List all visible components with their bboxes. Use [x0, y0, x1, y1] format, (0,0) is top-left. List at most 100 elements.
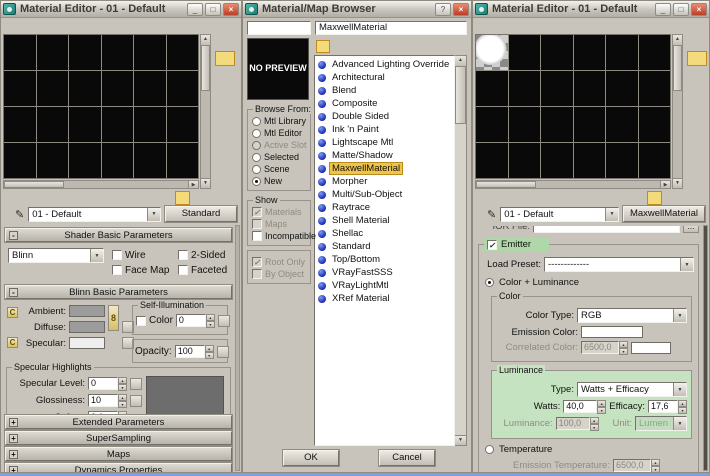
- sample-slot[interactable]: [166, 35, 198, 70]
- sample-slot[interactable]: [69, 71, 101, 106]
- dropdown-arrow-icon[interactable]: ▼: [90, 249, 103, 262]
- ambient-diffuse-lock-icon[interactable]: 8: [108, 305, 119, 331]
- dropdown-arrow-icon[interactable]: ▼: [605, 207, 618, 221]
- sample-slot[interactable]: [638, 71, 670, 106]
- show-end-result-icon[interactable]: [175, 191, 190, 205]
- sample-slot[interactable]: [69, 107, 101, 142]
- self-illum-spinner[interactable]: 0 ▴ ▾: [175, 314, 215, 328]
- load-preset-dropdown[interactable]: ------------- ▼: [544, 257, 694, 272]
- ambient-color-swatch[interactable]: [69, 305, 105, 317]
- show-checkbox[interactable]: ✓ Root Only: [252, 256, 308, 268]
- efficacy-spinner[interactable]: 17,6 ▴ ▾: [648, 400, 687, 414]
- checkbox-icon[interactable]: ✓: [252, 257, 262, 267]
- backlight-icon[interactable]: [687, 50, 707, 66]
- material-list-item[interactable]: Ink 'n Paint: [318, 123, 454, 136]
- sample-slot[interactable]: [101, 143, 133, 178]
- sample-slot[interactable]: [101, 35, 133, 70]
- material-list-item[interactable]: Top/Bottom: [318, 253, 454, 266]
- maximize-button[interactable]: □: [205, 2, 221, 16]
- close-button[interactable]: ×: [223, 2, 239, 16]
- rollout-blinn-basic-parameters[interactable]: - Blinn Basic Parameters: [4, 284, 233, 300]
- show-end-result-icon[interactable]: [647, 191, 662, 205]
- make-unique-icon[interactable]: [571, 191, 586, 205]
- shader-checkbox[interactable]: ✓ Faceted: [178, 263, 236, 277]
- pick-material-eyedropper-icon[interactable]: ✎: [15, 208, 24, 221]
- material-list-item[interactable]: XRef Material: [318, 292, 454, 305]
- options-icon[interactable]: [687, 133, 707, 148]
- sample-slot[interactable]: [508, 71, 540, 106]
- radio-icon[interactable]: [252, 140, 261, 150]
- close-button[interactable]: ×: [453, 2, 469, 16]
- emitter-checkbox[interactable]: ✓ Emitter: [484, 238, 550, 251]
- params-scrollbar[interactable]: [235, 225, 240, 471]
- material-list-item[interactable]: Lightscape Mtl: [318, 136, 454, 149]
- params-scrollbar[interactable]: [703, 225, 708, 471]
- sample-slot[interactable]: [573, 143, 605, 178]
- sample-slot[interactable]: [541, 143, 573, 178]
- sample-slot[interactable]: [4, 107, 36, 142]
- shader-checkbox[interactable]: ✓ Wire: [112, 248, 174, 262]
- view-list-icon[interactable]: [316, 39, 330, 53]
- sample-slot[interactable]: [4, 35, 36, 70]
- sample-slot[interactable]: [134, 35, 166, 70]
- dropdown-arrow-icon[interactable]: ▼: [680, 258, 693, 271]
- hscroll-right-arrow-icon[interactable]: ▶: [660, 181, 670, 188]
- list-scroll-thumb[interactable]: [455, 66, 466, 124]
- vscroll-thumb[interactable]: [673, 45, 682, 91]
- dropdown-arrow-icon[interactable]: ▼: [673, 309, 686, 322]
- material-list-item[interactable]: Composite: [318, 97, 454, 110]
- expand-icon[interactable]: +: [9, 434, 18, 443]
- get-material-icon[interactable]: [476, 191, 491, 205]
- rollout-shader-basic-parameters[interactable]: - Shader Basic Parameters: [4, 227, 233, 243]
- cancel-button[interactable]: Cancel: [378, 449, 436, 467]
- make-material-copy-icon[interactable]: [80, 191, 95, 205]
- sample-slot[interactable]: [476, 107, 508, 142]
- show-checkbox[interactable]: ✓ Maps: [252, 218, 308, 230]
- toolbar-separator[interactable]: [388, 40, 402, 53]
- sample-slot[interactable]: [101, 71, 133, 106]
- vscroll-down-arrow-icon[interactable]: ▼: [201, 178, 210, 188]
- material-list-item[interactable]: Morpher: [318, 175, 454, 188]
- material-list-item[interactable]: VRayFastSSS: [318, 266, 454, 279]
- map-button[interactable]: [130, 377, 142, 390]
- sample-hscrollbar[interactable]: ▶: [475, 180, 671, 189]
- sample-slot[interactable]: [541, 107, 573, 142]
- ior-browse-button[interactable]: ...: [683, 226, 699, 233]
- sample-slot[interactable]: [36, 107, 68, 142]
- radio-icon[interactable]: [485, 278, 494, 287]
- checkbox-icon[interactable]: ✓: [252, 231, 262, 241]
- material-list-item[interactable]: Shellac: [318, 227, 454, 240]
- material-list-item[interactable]: VRayLightMtl: [318, 279, 454, 292]
- sample-slot[interactable]: [166, 107, 198, 142]
- select-by-material-icon[interactable]: [687, 150, 707, 165]
- minimize-button[interactable]: _: [187, 2, 203, 16]
- background-icon[interactable]: [687, 67, 707, 82]
- sample-slot[interactable]: [476, 143, 508, 178]
- assign-material-to-selection-icon[interactable]: [514, 191, 529, 205]
- color-type-dropdown[interactable]: RGB ▼: [577, 308, 687, 323]
- collapse-icon[interactable]: -: [9, 288, 18, 297]
- lock-specular-icon[interactable]: C: [7, 337, 18, 348]
- vscroll-up-arrow-icon[interactable]: ▲: [201, 35, 210, 45]
- vscroll-thumb[interactable]: [201, 45, 210, 91]
- browse-from-radio[interactable]: New: [252, 175, 308, 187]
- specular-color-swatch[interactable]: [69, 337, 105, 349]
- help-button[interactable]: ?: [435, 2, 451, 16]
- sample-slot[interactable]: [36, 143, 68, 178]
- sample-slot[interactable]: [606, 71, 638, 106]
- closed-rollout-bar[interactable]: + Dynamics Properties: [4, 462, 233, 472]
- sample-slot[interactable]: [36, 71, 68, 106]
- reset-map-mtl-icon[interactable]: [61, 191, 76, 205]
- vscroll-up-arrow-icon[interactable]: ▲: [673, 35, 682, 45]
- sample-slot[interactable]: [36, 35, 68, 70]
- material-id-channel-icon[interactable]: [137, 191, 152, 205]
- view-large-icons-icon[interactable]: [370, 40, 384, 53]
- browse-from-radio[interactable]: Mtl Library: [252, 115, 308, 127]
- sample-slot[interactable]: [638, 107, 670, 142]
- go-forward-sibling-icon[interactable]: [213, 191, 228, 205]
- sample-slot[interactable]: [508, 107, 540, 142]
- show-checkbox[interactable]: ✓ Incompatible: [252, 230, 316, 242]
- checkbox-icon[interactable]: ✓: [252, 269, 262, 279]
- watts-spinner[interactable]: 40,0 ▴ ▾: [563, 400, 607, 414]
- get-material-icon[interactable]: [4, 191, 19, 205]
